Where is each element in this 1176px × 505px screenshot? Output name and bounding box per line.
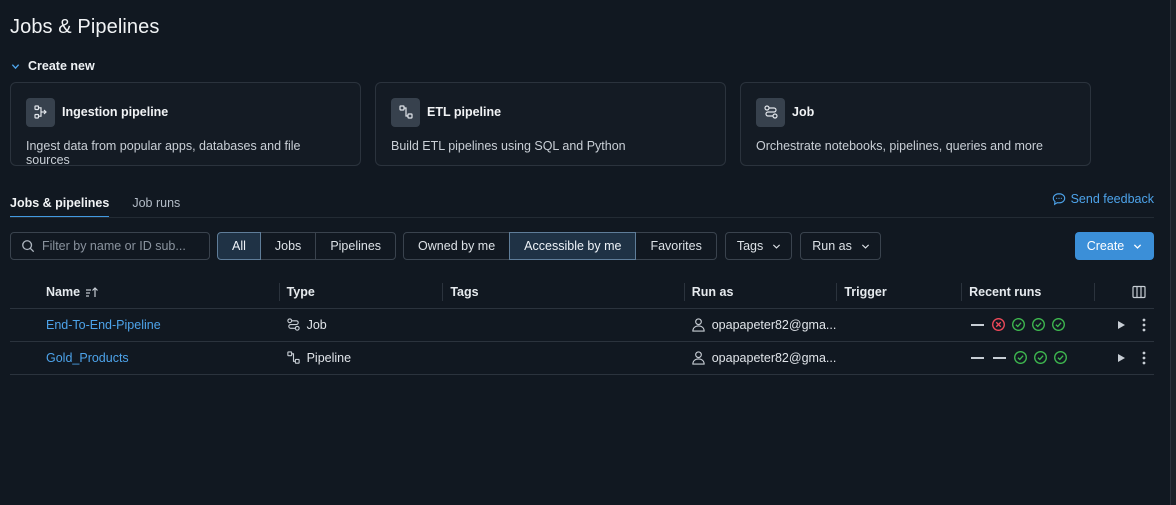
- send-feedback-label: Send feedback: [1070, 192, 1154, 206]
- create-cards: Ingestion pipeline Ingest data from popu…: [10, 82, 1091, 167]
- more-options-icon[interactable]: [1142, 351, 1146, 365]
- failed-run-icon[interactable]: [991, 317, 1006, 332]
- card-title: Job: [792, 105, 815, 119]
- column-label: Name: [46, 285, 81, 300]
- ingestion-pipeline-card[interactable]: Ingestion pipeline Ingest data from popu…: [10, 82, 361, 167]
- job-icon: [286, 317, 301, 332]
- success-run-icon[interactable]: [1013, 350, 1028, 365]
- user-icon: [691, 350, 706, 365]
- owner-filter: Owned by me Accessible by me Favorites: [403, 232, 717, 260]
- run-as-value: opapapeter82@gma...: [711, 317, 837, 332]
- card-title: Ingestion pipeline: [62, 105, 169, 119]
- no-run-dash-icon: [971, 356, 985, 359]
- tab-jobs-and-pipelines[interactable]: Jobs & pipelines: [10, 196, 110, 218]
- tags-dropdown[interactable]: Tags: [724, 232, 793, 260]
- success-run-icon[interactable]: [1011, 317, 1026, 332]
- type-label: Job: [306, 317, 327, 332]
- type-label: Pipeline: [306, 350, 352, 365]
- card-description: Orchestrate notebooks, pipelines, querie…: [756, 139, 1043, 153]
- tab-job-runs[interactable]: Job runs: [132, 196, 180, 218]
- table-row[interactable]: End-To-End-Pipeline Job opapapeter82@gma…: [10, 308, 1154, 342]
- column-label: Run as: [691, 285, 734, 300]
- tags-dropdown-label: Tags: [736, 239, 764, 253]
- jobs-table: Name Type Tags Run as Trigger Recent run…: [10, 277, 1154, 375]
- more-options-icon[interactable]: [1142, 318, 1146, 332]
- filter-jobs-button[interactable]: Jobs: [259, 232, 317, 260]
- ingestion-pipeline-icon: [26, 97, 55, 127]
- column-header-settings: [1094, 277, 1154, 309]
- filter-pipelines-button[interactable]: Pipelines: [315, 232, 397, 260]
- chevron-down-icon: [861, 243, 869, 249]
- run-now-icon[interactable]: [1116, 353, 1126, 363]
- card-title: ETL pipeline: [427, 105, 502, 119]
- pipeline-icon: [286, 350, 301, 365]
- column-label: Trigger: [844, 285, 887, 300]
- run-as-value: opapapeter82@gma...: [711, 350, 837, 365]
- search-box[interactable]: [10, 232, 210, 260]
- sort-ascending-icon[interactable]: [85, 286, 99, 298]
- recent-runs: [961, 350, 1094, 365]
- chevron-down-icon: [1134, 243, 1142, 249]
- column-label: Tags: [450, 285, 479, 300]
- page-scrollbar[interactable]: [1170, 0, 1176, 505]
- etl-pipeline-icon: [391, 97, 420, 127]
- job-card[interactable]: Job Orchestrate notebooks, pipelines, qu…: [740, 82, 1091, 166]
- job-name-link[interactable]: End-To-End-Pipeline: [46, 318, 161, 332]
- create-new-toggle[interactable]: Create new: [11, 59, 95, 73]
- user-icon: [691, 317, 706, 332]
- type-filter: All Jobs Pipelines: [217, 232, 397, 260]
- card-description: Build ETL pipelines using SQL and Python: [391, 139, 626, 153]
- search-icon: [22, 240, 35, 253]
- run-now-icon[interactable]: [1116, 320, 1126, 330]
- job-icon: [756, 97, 785, 127]
- send-feedback-link[interactable]: Send feedback: [1052, 192, 1154, 206]
- column-label: Recent runs: [969, 285, 1042, 300]
- create-button[interactable]: Create: [1075, 232, 1154, 260]
- success-run-icon[interactable]: [1053, 350, 1068, 365]
- table-header-row: Name Type Tags Run as Trigger Recent run…: [10, 277, 1154, 309]
- run-as-dropdown[interactable]: Run as: [800, 232, 881, 260]
- no-run-dash-icon: [971, 323, 985, 326]
- column-header-recent-runs[interactable]: Recent runs: [961, 277, 1095, 309]
- chevron-down-icon: [773, 243, 781, 249]
- success-run-icon[interactable]: [1033, 350, 1048, 365]
- create-button-label: Create: [1086, 239, 1125, 253]
- column-header-trigger[interactable]: Trigger: [836, 277, 962, 309]
- column-header-tags[interactable]: Tags: [442, 277, 684, 309]
- chat-bubble-icon: [1052, 193, 1065, 206]
- filter-favorites-button[interactable]: Favorites: [635, 232, 717, 260]
- view-tabs: Jobs & pipelines Job runs: [10, 196, 180, 218]
- success-run-icon[interactable]: [1051, 317, 1066, 332]
- filter-accessible-by-me-button[interactable]: Accessible by me: [509, 232, 637, 260]
- page-title: Jobs & Pipelines: [10, 16, 160, 38]
- card-description: Ingest data from popular apps, databases…: [26, 139, 301, 167]
- etl-pipeline-card[interactable]: ETL pipeline Build ETL pipelines using S…: [375, 82, 726, 166]
- job-name-link[interactable]: Gold_Products: [46, 351, 129, 365]
- column-header-run-as[interactable]: Run as: [683, 277, 837, 309]
- success-run-icon[interactable]: [1031, 317, 1046, 332]
- run-as-dropdown-label: Run as: [812, 239, 852, 253]
- tabs-divider: [10, 217, 1154, 218]
- column-header-name[interactable]: Name: [10, 277, 279, 309]
- table-row[interactable]: Gold_Products Pipeline opapapeter82@gma.…: [10, 341, 1154, 375]
- recent-runs: [961, 317, 1094, 332]
- search-input[interactable]: [42, 239, 202, 253]
- column-label: Type: [286, 285, 315, 300]
- columns-settings-icon[interactable]: [1132, 285, 1146, 299]
- chevron-down-icon: [11, 63, 20, 69]
- create-new-label: Create new: [28, 59, 95, 73]
- column-header-type[interactable]: Type: [278, 277, 443, 309]
- filter-toolbar: All Jobs Pipelines Owned by me Accessibl…: [10, 232, 881, 260]
- no-run-dash-icon: [993, 356, 1007, 359]
- filter-owned-by-me-button[interactable]: Owned by me: [403, 232, 511, 260]
- filter-all-button[interactable]: All: [217, 232, 261, 260]
